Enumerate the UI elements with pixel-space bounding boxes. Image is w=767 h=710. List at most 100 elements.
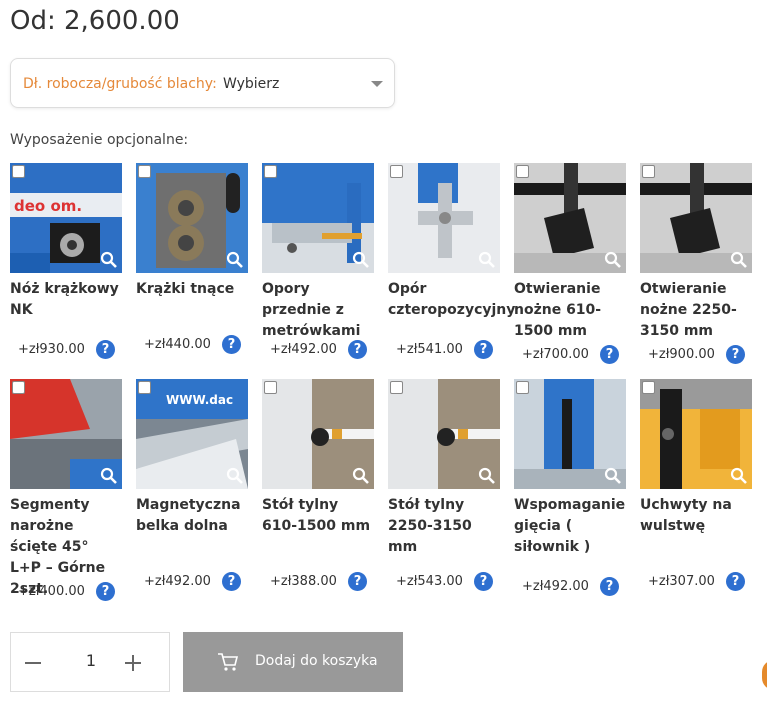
zoom-icon[interactable] [100,467,118,485]
option-price: +zł440.00 [144,337,211,352]
option-checkbox[interactable] [516,381,529,394]
minus-icon[interactable] [25,662,41,664]
option-price: +zł492.00 [270,342,337,357]
option-image[interactable] [388,379,500,489]
zoom-icon[interactable] [352,251,370,269]
option-image[interactable] [388,163,500,273]
help-icon[interactable]: ? [600,345,619,364]
option-image[interactable]: deo om. [10,163,122,273]
help-icon[interactable]: ? [726,572,745,591]
option-checkbox[interactable] [138,165,151,178]
zoom-icon[interactable] [226,467,244,485]
zoom-icon[interactable] [100,251,118,269]
chevron-down-icon [371,81,383,87]
option-checkbox[interactable] [12,165,25,178]
option-price-row: +zł400.00 ? [10,582,122,602]
option-name: Nóż krążkowy NK [10,281,119,318]
zoom-icon[interactable] [604,251,622,269]
zoom-icon[interactable] [478,251,496,269]
help-icon[interactable]: ? [348,340,367,359]
option-checkbox[interactable] [138,381,151,394]
option-image[interactable] [10,379,122,489]
svg-text:deo om.: deo om. [14,197,82,215]
optional-equipment-title: Wyposażenie opcjonalne: [10,132,189,148]
option-name: Otwieranie nożne 2250-3150 mm [640,281,737,339]
zoom-icon[interactable] [730,467,748,485]
option-price: +zł400.00 [18,584,85,599]
option-checkbox[interactable] [264,165,277,178]
option-price-row: +zł930.00 ? [10,340,122,360]
option-price: +zł492.00 [144,574,211,589]
option-checkbox[interactable] [390,165,403,178]
option-name: Krążki tnące [136,281,235,297]
help-icon[interactable]: ? [474,340,493,359]
svg-text:WWW.dac: WWW.dac [166,393,233,407]
option-price: +zł541.00 [396,342,463,357]
help-icon[interactable]: ? [474,572,493,591]
option-image[interactable] [640,379,752,489]
option-checkbox[interactable] [12,381,25,394]
help-icon[interactable]: ? [96,340,115,359]
variant-value: Wybierz [223,76,280,92]
help-icon[interactable]: ? [348,572,367,591]
option-checkbox[interactable] [264,381,277,394]
option-item-12: Uchwyty na wulstwę +zł307.00 ? [640,379,752,591]
option-price-row: +zł492.00 ? [514,577,626,597]
zoom-icon[interactable] [604,467,622,485]
option-item-7: Segmenty narożne ścięte 45° L+P – Górne … [10,379,122,602]
zoom-icon[interactable] [226,251,244,269]
option-name: Magnetyczna belka dolna [136,497,241,534]
option-item-1: deo om. Nóż krążkowy NK +zł930.00 ? [10,163,122,359]
zoom-icon[interactable] [352,467,370,485]
option-price-row: +zł543.00 ? [388,572,500,592]
option-price-row: +zł700.00 ? [514,345,626,365]
option-image[interactable] [640,163,752,273]
zoom-icon[interactable] [730,251,748,269]
option-price-row: +zł440.00 ? [136,335,248,355]
option-image[interactable] [514,379,626,489]
option-image[interactable]: WWW.dac [136,379,248,489]
option-name: Otwieranie nożne 610-1500 mm [514,281,602,339]
option-price-row: +zł900.00 ? [640,345,752,365]
variant-select[interactable]: Dł. robocza/grubość blachy: Wybierz [10,58,395,108]
option-price: +zł307.00 [648,574,715,589]
option-item-5: Otwieranie nożne 610-1500 mm +zł700.00 ? [514,163,626,364]
help-icon[interactable]: ? [726,345,745,364]
option-checkbox[interactable] [642,381,655,394]
option-checkbox[interactable] [642,165,655,178]
option-price-row: +zł388.00 ? [262,572,374,592]
zoom-icon[interactable] [478,467,496,485]
price-from: Od: 2,600.00 [10,6,180,36]
option-image[interactable] [262,163,374,273]
option-name: Opory przednie z metrówkami [262,281,361,339]
option-name: Wspomaganie gięcia ( siłownik ) [514,497,626,555]
quantity-stepper: 1 [10,632,170,692]
help-icon[interactable]: ? [222,572,241,591]
option-item-10: Stół tylny 2250-3150 mm +zł543.00 ? [388,379,500,591]
option-name: Stół tylny 610-1500 mm [262,497,371,534]
help-icon[interactable]: ? [222,335,241,354]
option-item-4: Opór czteropozycyjny +zł541.00 ? [388,163,515,359]
option-image[interactable] [262,379,374,489]
option-checkbox[interactable] [390,381,403,394]
quantity-input[interactable]: 1 [61,651,121,670]
option-price: +zł543.00 [396,574,463,589]
option-image[interactable] [136,163,248,273]
option-price-row: +zł492.00 ? [136,572,248,592]
help-icon[interactable]: ? [96,582,115,601]
chat-widget-icon[interactable] [762,660,767,690]
option-price-row: +zł541.00 ? [388,340,500,360]
plus-icon[interactable] [125,655,141,671]
option-item-9: Stół tylny 610-1500 mm +zł388.00 ? [262,379,374,591]
add-to-cart-button[interactable]: Dodaj do koszyka [183,632,403,692]
option-price-row: +zł492.00 ? [262,340,374,360]
cart-icon [218,653,239,671]
option-image[interactable] [514,163,626,273]
option-price-row: +zł307.00 ? [640,572,752,592]
help-icon[interactable]: ? [600,577,619,596]
add-to-cart-label: Dodaj do koszyka [255,653,378,669]
option-price: +zł492.00 [522,579,589,594]
option-price: +zł388.00 [270,574,337,589]
option-name: Stół tylny 2250-3150 mm [388,497,472,555]
option-checkbox[interactable] [516,165,529,178]
